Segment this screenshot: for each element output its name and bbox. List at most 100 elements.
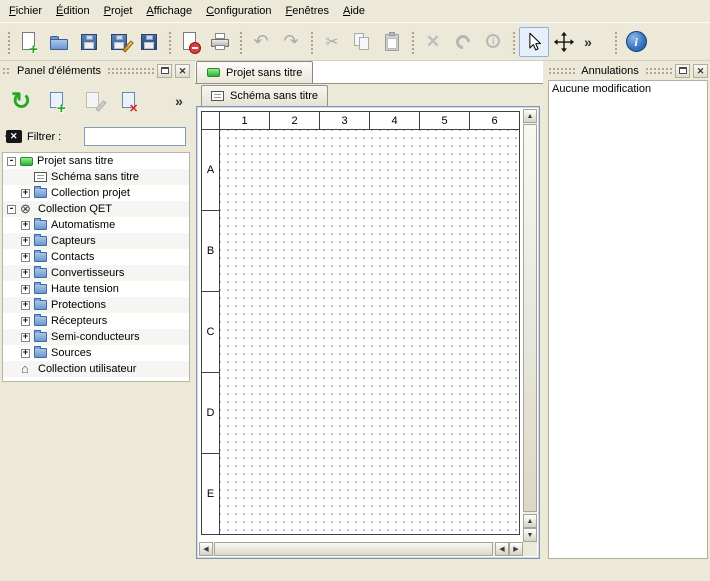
scroll-up-button[interactable]: [523, 514, 537, 528]
close-panel-button[interactable]: [175, 64, 190, 78]
scroll-right-button[interactable]: [509, 542, 523, 556]
tree-item-automatisme[interactable]: + Automatisme: [3, 217, 189, 233]
horizontal-scroll-thumb[interactable]: [214, 542, 493, 556]
close-icon: [697, 65, 705, 77]
new-document-button[interactable]: [14, 27, 44, 57]
scroll-up-button[interactable]: [523, 109, 537, 123]
menu-affichage[interactable]: Affichage: [139, 1, 199, 21]
cut-button[interactable]: [317, 27, 347, 57]
scroll-left-button[interactable]: [495, 542, 509, 556]
tree-item-protections[interactable]: + Protections: [3, 297, 189, 313]
save-button[interactable]: [74, 27, 104, 57]
dot-grid[interactable]: [220, 130, 520, 535]
undo-history-list[interactable]: Aucune modification: [548, 80, 708, 559]
pan-mode-button[interactable]: [549, 27, 579, 57]
expander-icon[interactable]: +: [21, 189, 30, 198]
row-headers: A B C D E: [202, 130, 220, 535]
tree-item-capteurs[interactable]: + Capteurs: [3, 233, 189, 249]
scroll-down-button[interactable]: [523, 528, 537, 542]
expander-icon[interactable]: +: [21, 253, 30, 262]
tree-item-label: Capteurs: [51, 235, 96, 247]
menu-bar: Fichier Édition Projet Affichage Configu…: [0, 0, 710, 22]
expander-icon[interactable]: -: [7, 157, 16, 166]
copy-icon: [350, 30, 374, 54]
horizontal-scrollbar[interactable]: [199, 542, 523, 556]
expander-icon[interactable]: +: [21, 269, 30, 278]
tree-item-convertisseurs[interactable]: + Convertisseurs: [3, 265, 189, 281]
float-panel-button[interactable]: [157, 64, 172, 78]
expander-icon[interactable]: +: [21, 285, 30, 294]
scroll-left-button[interactable]: [199, 542, 213, 556]
tree-item-haute-tension[interactable]: + Haute tension: [3, 281, 189, 297]
redo-button[interactable]: [276, 27, 306, 57]
save-as-button[interactable]: [104, 27, 134, 57]
open-project-button[interactable]: [44, 27, 74, 57]
information-icon: [481, 30, 505, 54]
delete-button[interactable]: [418, 27, 448, 57]
filter-label: Filtrer :: [27, 131, 61, 143]
undo-panel-titlebar[interactable]: Annulations: [546, 63, 710, 78]
tree-item-collection-qet[interactable]: - Collection QET: [3, 201, 189, 217]
menu-aide[interactable]: Aide: [336, 1, 372, 21]
float-panel-button[interactable]: [675, 64, 690, 78]
about-button[interactable]: [621, 27, 651, 57]
close-project-button[interactable]: [175, 27, 205, 57]
column-header-2: 2: [270, 112, 320, 130]
undo-button[interactable]: [246, 27, 276, 57]
expander-icon[interactable]: -: [7, 205, 16, 214]
panel-toolbar-overflow-button[interactable]: [170, 86, 188, 116]
menu-fenetres[interactable]: Fenêtres: [279, 1, 336, 21]
toolbar-drag-handle[interactable]: [6, 30, 11, 54]
vertical-scrollbar[interactable]: [523, 109, 537, 542]
column-header-6: 6: [470, 112, 520, 130]
new-element-button[interactable]: [42, 86, 72, 116]
filter-input[interactable]: [84, 127, 186, 146]
diagram-canvas[interactable]: 1 2 3 4 5 6 A B C D E: [199, 109, 523, 542]
copy-button[interactable]: [347, 27, 377, 57]
close-panel-button[interactable]: [693, 64, 708, 78]
tree-item-projet-sans-titre[interactable]: - Projet sans titre: [3, 153, 189, 169]
menu-configuration[interactable]: Configuration: [199, 1, 278, 21]
clear-filter-icon[interactable]: [6, 130, 22, 143]
qet-collection-icon: [20, 202, 34, 216]
vertical-scroll-thumb[interactable]: [523, 124, 537, 512]
edit-element-icon: [81, 89, 105, 113]
reload-collections-button[interactable]: [6, 86, 36, 116]
paste-button[interactable]: [377, 27, 407, 57]
menu-projet[interactable]: Projet: [97, 1, 140, 21]
tree-item-collection-projet[interactable]: + Collection projet: [3, 185, 189, 201]
tree-item-recepteurs[interactable]: + Récepteurs: [3, 313, 189, 329]
menu-edition[interactable]: Édition: [49, 1, 97, 21]
edit-element-button[interactable]: [78, 86, 108, 116]
menu-fichier[interactable]: Fichier: [2, 1, 49, 21]
tree-item-semi-conducteurs[interactable]: + Semi-conducteurs: [3, 329, 189, 345]
open-folder-icon: [47, 30, 71, 54]
project-icon: [207, 68, 220, 77]
expander-icon[interactable]: +: [21, 301, 30, 310]
tree-item-label: Collection QET: [38, 203, 112, 215]
delete-element-button[interactable]: [114, 86, 144, 116]
expander-icon[interactable]: +: [21, 237, 30, 246]
tree-item-sources[interactable]: + Sources: [3, 345, 189, 361]
expander-icon[interactable]: +: [21, 221, 30, 230]
tree-item-contacts[interactable]: + Contacts: [3, 249, 189, 265]
home-icon: [20, 362, 34, 376]
column-header-3: 3: [320, 112, 370, 130]
tab-projet-sans-titre[interactable]: Projet sans titre: [196, 61, 313, 83]
expander-icon[interactable]: +: [21, 317, 30, 326]
save-all-button[interactable]: [134, 27, 164, 57]
print-button[interactable]: [205, 27, 235, 57]
information-button[interactable]: [478, 27, 508, 57]
toolbar-overflow-button[interactable]: [579, 27, 597, 57]
elements-panel-titlebar[interactable]: Panel d'éléments: [0, 63, 192, 78]
expander-icon[interactable]: +: [21, 349, 30, 358]
new-document-icon: [17, 30, 41, 54]
rotate-button[interactable]: [448, 27, 478, 57]
tab-schema-sans-titre[interactable]: Schéma sans titre: [201, 85, 328, 106]
redo-icon: [279, 30, 303, 54]
tree-item-schema-sans-titre[interactable]: Schéma sans titre: [3, 169, 189, 185]
column-header-5: 5: [420, 112, 470, 130]
expander-icon[interactable]: +: [21, 333, 30, 342]
select-mode-button[interactable]: [519, 27, 549, 57]
tree-item-collection-utilisateur[interactable]: Collection utilisateur: [3, 361, 189, 377]
